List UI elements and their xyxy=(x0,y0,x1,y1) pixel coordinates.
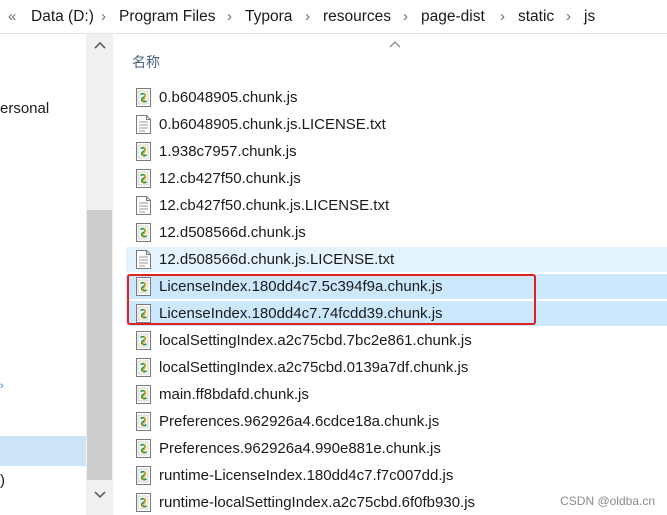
breadcrumb-item-typora[interactable]: Typora xyxy=(245,0,292,33)
file-name: 12.d508566d.chunk.js.LICENSE.txt xyxy=(159,251,395,268)
file-name: 0.b6048905.chunk.js.LICENSE.txt xyxy=(159,116,386,133)
file-row[interactable]: localSettingIndex.a2c75cbd.7bc2e861.chun… xyxy=(126,328,667,353)
js-file-icon xyxy=(136,412,151,431)
file-row[interactable]: 12.d508566d.chunk.js xyxy=(126,220,667,245)
js-file-icon xyxy=(136,331,151,350)
js-file-icon xyxy=(136,439,151,458)
breadcrumb-separator-icon[interactable]: › xyxy=(305,0,310,33)
js-file-icon xyxy=(136,169,151,188)
file-row[interactable]: runtime-LicenseIndex.180dd4c7.f7c007dd.j… xyxy=(126,463,667,488)
js-file-icon xyxy=(136,358,151,377)
breadcrumb-separator-icon[interactable]: › xyxy=(101,0,106,33)
breadcrumb-item-drive[interactable]: Data (D:) xyxy=(31,0,94,33)
file-name: 1.938c7957.chunk.js xyxy=(159,143,297,160)
breadcrumb-item-js[interactable]: js xyxy=(584,0,595,33)
nav-item-personal[interactable]: ersonal xyxy=(0,100,49,117)
file-row[interactable]: 0.b6048905.chunk.js.LICENSE.txt xyxy=(126,112,667,137)
nav-scrollbar[interactable] xyxy=(86,34,113,515)
breadcrumb-item-page-dist[interactable]: page-dist xyxy=(421,0,485,33)
js-file-icon xyxy=(136,142,151,161)
file-row[interactable]: Preferences.962926a4.6cdce18a.chunk.js xyxy=(126,409,667,434)
breadcrumb-separator-icon[interactable]: › xyxy=(566,0,571,33)
file-name: 0.b6048905.chunk.js xyxy=(159,89,298,106)
text-file-icon xyxy=(136,115,151,134)
file-row[interactable]: 12.cb427f50.chunk.js.LICENSE.txt xyxy=(126,193,667,218)
scroll-down-icon[interactable] xyxy=(93,490,107,500)
file-name: 12.cb427f50.chunk.js xyxy=(159,170,301,187)
file-name: localSettingIndex.a2c75cbd.0139a7df.chun… xyxy=(159,359,469,376)
file-name: Preferences.962926a4.6cdce18a.chunk.js xyxy=(159,413,440,430)
file-row[interactable]: main.ff8bdafd.chunk.js xyxy=(126,382,667,407)
breadcrumb-item-resources[interactable]: resources xyxy=(323,0,391,33)
text-file-icon xyxy=(136,196,151,215)
breadcrumb-separator-icon[interactable]: › xyxy=(500,0,505,33)
highlight-annotation-box xyxy=(127,274,536,325)
scroll-up-icon[interactable] xyxy=(93,40,107,50)
file-name: main.ff8bdafd.chunk.js xyxy=(159,386,309,403)
file-row[interactable]: 1.938c7957.chunk.js xyxy=(126,139,667,164)
nav-expand-icon[interactable]: › xyxy=(0,380,4,392)
breadcrumb-separator-icon[interactable]: › xyxy=(403,0,408,33)
file-row[interactable]: localSettingIndex.a2c75cbd.0139a7df.chun… xyxy=(126,355,667,380)
sort-ascending-icon[interactable] xyxy=(389,40,401,48)
text-file-icon xyxy=(136,250,151,269)
scroll-thumb[interactable] xyxy=(87,210,112,480)
watermark-text: CSDN @oldba.cn xyxy=(560,494,655,508)
file-row[interactable]: 12.d508566d.chunk.js.LICENSE.txt xyxy=(126,247,667,272)
address-bar[interactable]: « Data (D:) › Program Files › Typora › r… xyxy=(0,0,667,34)
file-name: 12.cb427f50.chunk.js.LICENSE.txt xyxy=(159,197,390,214)
js-file-icon xyxy=(136,493,151,512)
nav-item-selected[interactable] xyxy=(0,436,86,466)
file-row[interactable]: 12.cb427f50.chunk.js xyxy=(126,166,667,191)
js-file-icon xyxy=(136,88,151,107)
file-name: localSettingIndex.a2c75cbd.7bc2e861.chun… xyxy=(159,332,472,349)
file-name: runtime-localSettingIndex.a2c75cbd.6f0fb… xyxy=(159,494,476,511)
js-file-icon xyxy=(136,385,151,404)
file-name: 12.d508566d.chunk.js xyxy=(159,224,306,241)
breadcrumb-item-program-files[interactable]: Program Files xyxy=(119,0,215,33)
breadcrumb-item-static[interactable]: static xyxy=(518,0,554,33)
breadcrumb-separator-icon[interactable]: › xyxy=(227,0,232,33)
js-file-icon xyxy=(136,466,151,485)
file-name: runtime-LicenseIndex.180dd4c7.f7c007dd.j… xyxy=(159,467,454,484)
overflow-chevron-icon[interactable]: « xyxy=(8,0,16,33)
file-row[interactable]: Preferences.962926a4.990e881e.chunk.js xyxy=(126,436,667,461)
file-row[interactable]: 0.b6048905.chunk.js xyxy=(126,85,667,110)
file-name: Preferences.962926a4.990e881e.chunk.js xyxy=(159,440,441,457)
js-file-icon xyxy=(136,223,151,242)
column-header-name[interactable]: 名称 xyxy=(132,52,160,72)
nav-item-drive[interactable]: ) xyxy=(0,472,5,489)
